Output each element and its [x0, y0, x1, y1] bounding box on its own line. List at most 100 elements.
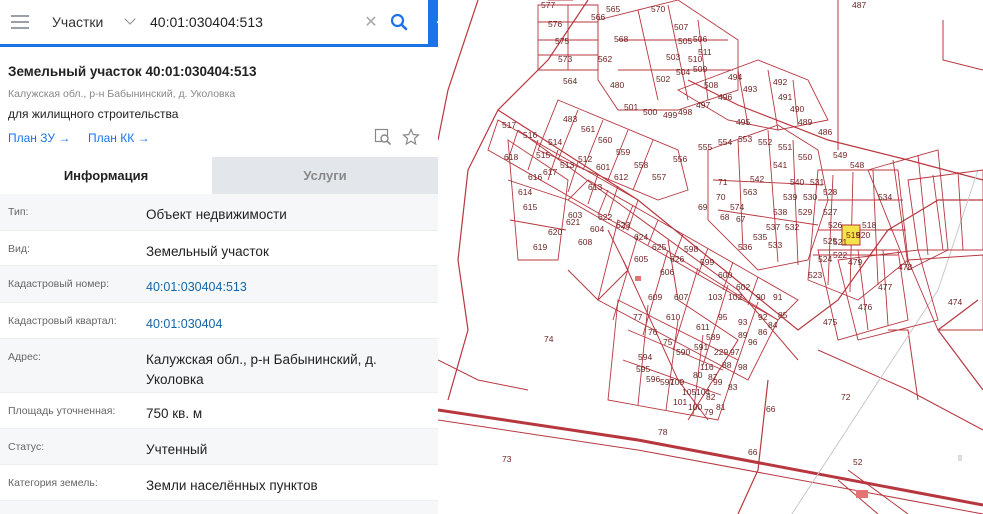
svg-text:606: 606: [660, 267, 674, 277]
svg-text:554: 554: [718, 137, 732, 147]
svg-text:565: 565: [606, 4, 620, 14]
svg-text:608: 608: [578, 237, 592, 247]
svg-text:490: 490: [790, 104, 804, 114]
svg-text:609: 609: [648, 292, 662, 302]
svg-text:85: 85: [778, 310, 788, 320]
svg-text:522: 522: [833, 250, 847, 260]
svg-text:517: 517: [502, 120, 516, 130]
svg-text:498: 498: [678, 107, 692, 117]
attribute-row: Кадастровый номер: 40:01:030404:513: [0, 266, 438, 303]
svg-text:103: 103: [708, 292, 722, 302]
svg-text:616: 616: [528, 172, 542, 182]
svg-text:548: 548: [850, 160, 864, 170]
svg-text:513: 513: [560, 160, 574, 170]
svg-text:576: 576: [548, 19, 562, 29]
svg-text:67: 67: [736, 214, 746, 224]
attribute-value: Земельный участок: [146, 244, 269, 259]
tab-information[interactable]: Информация: [0, 157, 212, 194]
close-icon[interactable]: ✕: [360, 11, 382, 33]
svg-text:84: 84: [768, 320, 778, 330]
svg-text:501: 501: [624, 102, 638, 112]
cadastral-quarter-link[interactable]: 40:01:030404: [146, 303, 438, 338]
svg-text:494: 494: [728, 72, 742, 82]
attribute-label: Площадь уточненная:: [8, 405, 116, 417]
svg-text:516: 516: [523, 130, 537, 140]
svg-text:541: 541: [773, 160, 787, 170]
map-canvas[interactable]: 577 576 575 573 566 568 565 570 507 506 …: [438, 0, 983, 514]
attribute-value: Калужская обл., р-н Бабынинский, д. Укол…: [146, 352, 377, 387]
svg-text:603: 603: [568, 210, 582, 220]
svg-text:500: 500: [643, 107, 657, 117]
attribute-label: Разрешенное: [0, 501, 146, 514]
svg-text:622: 622: [598, 212, 612, 222]
svg-text:626: 626: [670, 254, 684, 264]
chevron-down-icon: [124, 13, 136, 25]
info-panel: Участки ✕ Земельный участок 40:01:030404…: [0, 0, 439, 514]
svg-text:534: 534: [878, 192, 892, 202]
svg-text:77: 77: [633, 312, 643, 322]
svg-text:70: 70: [716, 192, 726, 202]
svg-text:505: 505: [678, 36, 692, 46]
cadastral-map[interactable]: 577 576 575 573 566 568 565 570 507 506 …: [438, 0, 983, 514]
svg-text:590: 590: [676, 347, 690, 357]
svg-text:68: 68: [720, 212, 730, 222]
svg-text:611: 611: [696, 322, 710, 332]
svg-text:89: 89: [738, 330, 748, 340]
svg-text:560: 560: [598, 135, 612, 145]
svg-text:555: 555: [698, 142, 712, 152]
attribute-value: 750 кв. м: [146, 406, 203, 421]
tab-services[interactable]: Услуги: [212, 157, 438, 194]
attribute-label: Статус:: [8, 441, 45, 453]
zoom-to-icon[interactable]: [374, 128, 392, 151]
attribute-value: [146, 501, 438, 514]
info-tabs: Информация Услуги: [0, 157, 438, 194]
svg-text:512: 512: [578, 154, 592, 164]
svg-text:556: 556: [673, 154, 687, 164]
object-type-select[interactable]: Участки: [40, 0, 138, 44]
svg-text:618: 618: [504, 152, 518, 162]
svg-text:605: 605: [634, 254, 648, 264]
svg-text:97: 97: [730, 347, 740, 357]
svg-text:95: 95: [718, 312, 728, 322]
svg-text:527: 527: [823, 207, 837, 217]
svg-text:600: 600: [718, 270, 732, 280]
svg-text:559: 559: [616, 147, 630, 157]
svg-text:526: 526: [828, 220, 842, 230]
svg-text:519: 519: [846, 230, 860, 240]
svg-text:623: 623: [616, 220, 630, 230]
plan-zu-link[interactable]: План ЗУ →: [8, 131, 70, 145]
attribute-row: Вид: Земельный участок: [0, 231, 438, 266]
svg-text:66: 66: [748, 447, 758, 457]
svg-text:493: 493: [743, 84, 757, 94]
cadastral-number-link[interactable]: 40:01:030404:513: [146, 266, 438, 302]
menu-icon[interactable]: [0, 0, 40, 44]
svg-text:497: 497: [696, 100, 710, 110]
svg-text:551: 551: [778, 142, 792, 152]
attribute-value: Учтенный: [146, 442, 208, 457]
svg-text:619: 619: [533, 242, 547, 252]
svg-text:540: 540: [790, 177, 804, 187]
svg-text:105: 105: [682, 387, 696, 397]
svg-text:499: 499: [663, 110, 677, 120]
svg-text:612: 612: [614, 172, 628, 182]
svg-text:530: 530: [803, 192, 817, 202]
svg-text:86: 86: [758, 327, 768, 337]
svg-text:52: 52: [853, 457, 863, 467]
svg-text:574: 574: [730, 202, 744, 212]
svg-text:514: 514: [548, 137, 562, 147]
star-icon[interactable]: [402, 128, 420, 151]
svg-text:537: 537: [766, 222, 780, 232]
parcel-tools: [374, 128, 420, 151]
svg-text:66: 66: [766, 404, 776, 414]
svg-text:553: 553: [738, 134, 752, 144]
svg-text:563: 563: [743, 187, 757, 197]
attribute-value: Объект недвижимости: [146, 207, 287, 222]
svg-text:78: 78: [658, 427, 668, 437]
svg-text:570: 570: [651, 4, 665, 14]
svg-text:528: 528: [823, 187, 837, 197]
search-icon[interactable]: [384, 7, 414, 37]
svg-text:87: 87: [708, 372, 718, 382]
search-input[interactable]: [148, 6, 352, 38]
attribute-row: Кадастровый квартал: 40:01:030404: [0, 303, 438, 339]
plan-kk-link[interactable]: План КК →: [88, 131, 150, 145]
